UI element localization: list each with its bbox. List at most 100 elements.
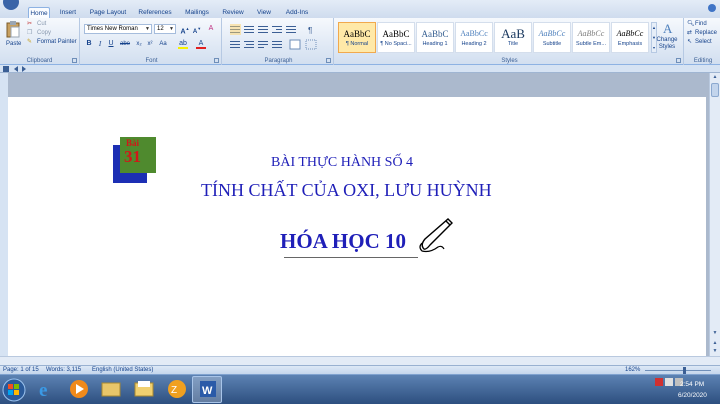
taskbar: e Z W 2:54 PM 6/20/2020 — [0, 374, 720, 404]
font-label: Font — [145, 58, 158, 64]
paragraph-label: Paragraph — [264, 58, 293, 64]
app-icon[interactable]: Z — [166, 378, 188, 400]
tab-references[interactable]: References — [136, 7, 174, 18]
style-sample: AaBbC — [421, 29, 449, 39]
heading-underline — [284, 257, 418, 258]
paragraph-launcher[interactable] — [326, 58, 331, 63]
italic-button[interactable]: I — [95, 39, 105, 49]
style-sample: AaBbCc — [616, 29, 644, 38]
format-painter-icon: ✎ — [27, 39, 33, 45]
subscript-icon[interactable]: x₂ — [134, 39, 144, 49]
tab-insert[interactable]: Insert — [56, 7, 80, 18]
style-name: Subtle Em... — [576, 41, 606, 47]
highlight-icon[interactable]: ab — [178, 39, 188, 49]
start-button-icon[interactable] — [2, 378, 26, 402]
change-styles-icon[interactable]: A — [663, 21, 677, 35]
style-sample: AaBbCc — [538, 29, 566, 38]
prev-page-icon[interactable]: ▲ — [711, 339, 719, 347]
clipboard-launcher[interactable] — [72, 58, 77, 63]
style-title[interactable]: AaB Title — [494, 22, 532, 53]
office-button-icon[interactable] — [2, 0, 20, 10]
scroll-up-icon[interactable]: ▲ — [711, 73, 719, 81]
clock-time[interactable]: 2:54 PM — [680, 381, 704, 388]
tab-review[interactable]: Review — [220, 7, 246, 18]
ribbon-tabs: Home Insert Page Layout References Maili… — [0, 0, 720, 18]
style-heading-1[interactable]: AaBbC Heading 1 — [416, 22, 454, 53]
select-button[interactable]: Select — [695, 38, 712, 46]
bold-button[interactable]: B — [84, 39, 94, 49]
next-page-icon[interactable]: ▼ — [711, 347, 719, 355]
font-size-select[interactable]: 12 ▼ — [154, 24, 176, 34]
style-sample: AaB — [501, 27, 525, 41]
tab-mailings[interactable]: Mailings — [182, 7, 212, 18]
horizontal-ruler — [0, 65, 720, 73]
paragraph-buttons-icon[interactable]: ¶ — [228, 24, 328, 50]
clear-formatting-icon[interactable]: A — [206, 24, 216, 34]
heading-line-3: HÓA HỌC 10 — [280, 229, 407, 253]
style-normal[interactable]: AaBbC ¶ Normal — [338, 22, 376, 53]
tray-network-icon[interactable] — [664, 378, 673, 386]
change-styles-button[interactable]: Change Styles — [654, 37, 680, 53]
style-sample: AaBbC — [382, 29, 410, 39]
tab-view[interactable]: View — [252, 7, 276, 18]
word-taskbar-button[interactable]: W — [192, 376, 222, 403]
underline-button[interactable]: U — [106, 39, 116, 49]
replace-button[interactable]: Replace — [695, 29, 717, 37]
heading-line-2: TÍNH CHẤT CỦA OXI, LƯU HUỲNH — [201, 180, 492, 200]
tab-home[interactable]: Home — [28, 7, 50, 18]
ie-icon[interactable]: e — [36, 378, 58, 400]
replace-icon: ⇄ — [687, 30, 693, 36]
folder-icon[interactable] — [100, 378, 122, 400]
scroll-down-icon[interactable]: ▼ — [711, 329, 719, 337]
badge-number: 31 — [124, 147, 141, 166]
find-button[interactable]: Find — [695, 20, 707, 28]
clock-date[interactable]: 6/20/2020 — [678, 392, 707, 399]
help-icon[interactable] — [708, 4, 716, 12]
tab-page-layout[interactable]: Page Layout — [88, 7, 128, 18]
shrink-font-icon[interactable]: A▼ — [192, 24, 202, 35]
styles-label: Styles — [501, 58, 518, 64]
scroll-thumb[interactable] — [711, 83, 719, 97]
zoom-slider-thumb[interactable] — [683, 367, 686, 374]
vertical-scrollbar[interactable]: ▲ ▼ ▲ ▼ — [709, 73, 720, 356]
media-player-icon[interactable] — [68, 378, 90, 400]
font-name-select[interactable]: Times New Roman ▼ — [84, 24, 152, 34]
svg-text:W: W — [202, 385, 213, 397]
svg-text:A: A — [663, 21, 673, 35]
grow-font-icon[interactable]: A▲ — [180, 24, 190, 35]
horizontal-scrollbar[interactable] — [0, 356, 720, 365]
strikethrough-icon[interactable]: abe — [120, 39, 130, 49]
styles-launcher[interactable] — [676, 58, 681, 63]
style-heading-2[interactable]: AaBbCc Heading 2 — [455, 22, 493, 53]
style-name: ¶ No Spaci... — [380, 41, 412, 47]
ribbon: Paste ✂ Cut ❐ Copy ✎ Format Painter Clip… — [0, 18, 720, 65]
editing-group: 🔍︎ Find ⇄ Replace ↖ Select Editing — [686, 18, 720, 65]
editing-label: Editing — [693, 58, 713, 64]
paste-button[interactable]: Paste — [6, 40, 21, 48]
style-no-spacing[interactable]: AaBbC ¶ No Spaci... — [377, 22, 415, 53]
zoom-slider[interactable] — [645, 370, 711, 371]
format-painter-button[interactable]: Format Painter — [37, 38, 77, 46]
tab-add-ins[interactable]: Add-Ins — [282, 7, 312, 18]
tray-icons[interactable] — [655, 378, 683, 388]
paste-icon[interactable] — [6, 21, 20, 38]
copy-button[interactable]: Copy — [37, 29, 51, 37]
font-color-icon[interactable]: A — [196, 39, 206, 49]
tray-flag-icon[interactable] — [655, 378, 663, 386]
cut-icon: ✂ — [27, 21, 33, 27]
folder-open-icon[interactable] — [133, 378, 155, 400]
superscript-icon[interactable]: x² — [145, 39, 155, 49]
change-case-icon[interactable]: Aa — [158, 39, 168, 49]
style-name: Emphasis — [617, 41, 643, 47]
style-emphasis[interactable]: AaBbCc Emphasis — [611, 22, 649, 53]
copy-icon: ❐ — [27, 30, 33, 36]
style-sample: AaBbC — [343, 29, 371, 39]
font-launcher[interactable] — [214, 58, 219, 63]
quick-access-icons[interactable] — [2, 65, 42, 73]
style-name: Subtitle — [542, 41, 562, 47]
style-subtle-emphasis[interactable]: AaBbCc Subtle Em... — [572, 22, 610, 53]
cut-button[interactable]: Cut — [37, 20, 46, 28]
style-subtitle[interactable]: AaBbCc Subtitle — [533, 22, 571, 53]
heading-line-1: BÀI THỰC HÀNH SỐ 4 — [271, 155, 414, 170]
document-page[interactable]: Bài 31 BÀI THỰC HÀNH SỐ 4 TÍNH CHẤT CỦA … — [8, 97, 706, 356]
